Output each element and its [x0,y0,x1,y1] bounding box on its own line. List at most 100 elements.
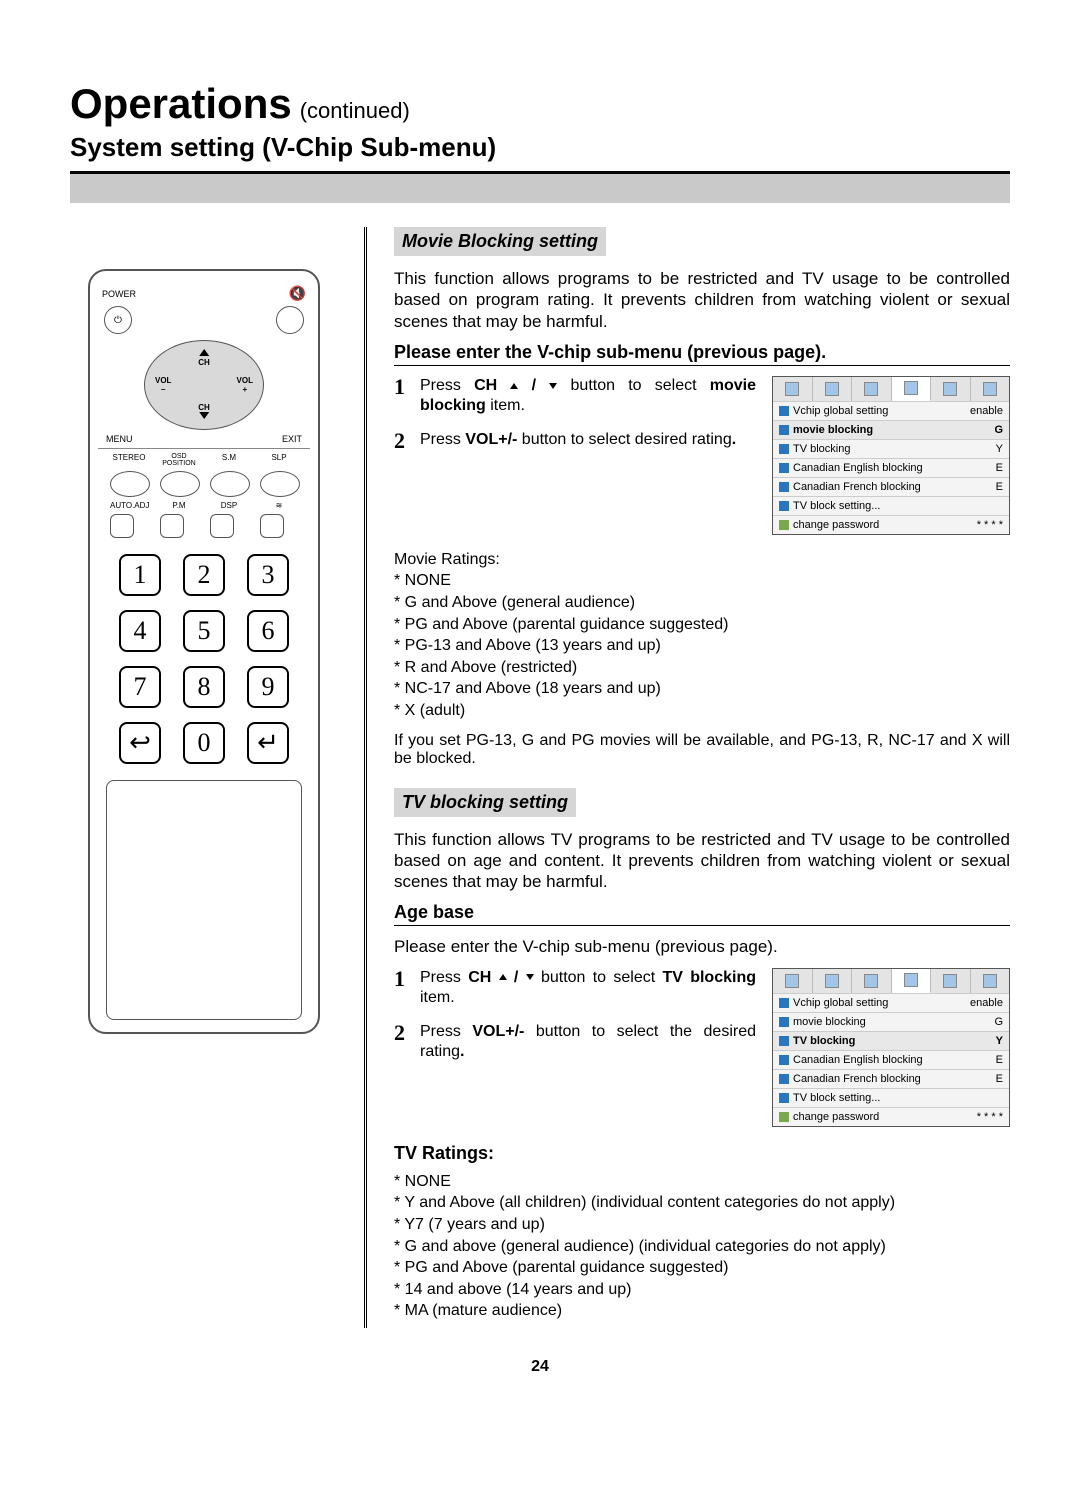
rating-item: * MA (mature audience) [394,1300,1010,1322]
osd-position-button[interactable] [160,471,200,497]
osd-row[interactable]: Canadian English blockingE [773,458,1009,477]
ch-up-label: CH [198,349,210,367]
rating-item: * G and above (general audience) (indivi… [394,1236,1010,1258]
autoadj-label: AUTO.ADJ [110,501,148,510]
rating-item: * G and Above (general audience) [394,592,1010,614]
row-value: G [994,424,1003,436]
dpad[interactable]: CH CH VOL– VOL+ [144,340,264,430]
movie-intro: This function allows programs to be rest… [394,268,1010,332]
rating-item: * PG and Above (parental guidance sugges… [394,1257,1010,1279]
step-body: Press CH / button to select TV blocking … [420,968,756,1008]
row-icon [779,482,789,492]
key-input[interactable]: ↩ [119,722,161,764]
button-row-2-labels: AUTO.ADJ P.M DSP ≋ [110,501,298,510]
rating-item: * NONE [394,570,1010,592]
osd-row[interactable]: Canadian English blockingE [773,1050,1009,1069]
osd-row[interactable]: movie blockingG [773,420,1009,439]
step-body: Press CH / button to select movie blocki… [420,376,756,416]
osd-tab[interactable] [971,377,1010,401]
sm-label: S.M [210,453,248,467]
sm-button[interactable] [210,471,250,497]
key-9[interactable]: 9 [247,666,289,708]
key-4[interactable]: 4 [119,610,161,652]
osd-row[interactable]: TV block setting... [773,496,1009,515]
ratings-title: TV Ratings: [394,1141,1010,1165]
osd-tab[interactable] [852,969,892,993]
osd-tab[interactable] [813,969,853,993]
osd-row[interactable]: movie blockingG [773,1012,1009,1031]
row-value: Y [996,1035,1003,1047]
osd-tab[interactable] [971,969,1010,993]
osd-row[interactable]: Vchip global settingenable [773,993,1009,1012]
row-icon [779,406,789,416]
osd-tab[interactable] [931,377,971,401]
dsp-button[interactable] [210,514,234,538]
osd-row[interactable]: Canadian French blockingE [773,1069,1009,1088]
osd-row[interactable]: TV blockingY [773,439,1009,458]
numeric-keypad: 1 2 3 4 5 6 7 8 9 ↩ 0 ↵ [102,554,306,764]
triangle-up-icon [499,974,507,980]
osd-tab[interactable] [931,969,971,993]
osd-tabs [773,377,1009,401]
power-button[interactable]: ⏻ [104,306,132,334]
row-value: Y [996,443,1003,455]
key-2[interactable]: 2 [183,554,225,596]
slp-button[interactable] [260,471,300,497]
row-label: TV block setting... [793,500,880,512]
pm-button[interactable] [160,514,184,538]
stereo-button[interactable] [110,471,150,497]
heading-bar [70,171,1010,203]
osd-row[interactable]: TV blocking Y [773,1031,1009,1050]
key-0[interactable]: 0 [183,722,225,764]
key-5[interactable]: 5 [183,610,225,652]
exit-label: EXIT [282,434,302,444]
osd-tab[interactable] [773,377,813,401]
osd-row[interactable]: change password* * * * [773,515,1009,534]
osd-row[interactable]: TV block setting... [773,1088,1009,1107]
osd-tab[interactable] [852,377,892,401]
osd-tab[interactable] [813,377,853,401]
remote-column: POWER 🔇 ⏻ CH CH VOL– VOL+ MENU [70,227,338,1034]
t: VOL+/- [465,431,517,448]
tab-icon [943,974,957,988]
tv-intro: This function allows TV programs to be r… [394,829,1010,893]
osd-menu-tv: Vchip global settingenablemovie blocking… [772,968,1010,1127]
key-1[interactable]: 1 [119,554,161,596]
sound-button[interactable] [260,514,284,538]
step-number: 1 [394,968,412,1008]
ch-text: CH [198,403,210,412]
key-7[interactable]: 7 [119,666,161,708]
key-enter[interactable]: ↵ [247,722,289,764]
key-8[interactable]: 8 [183,666,225,708]
sound-icon: ≋ [260,501,298,510]
page: Operations (continued) System setting (V… [0,0,1080,1416]
t: . [460,1043,464,1060]
tv-ratings: TV Ratings: * NONE * Y and Above (all ch… [394,1141,1010,1322]
t: button to select [571,377,710,394]
title-main: Operations [70,80,292,128]
step-number: 1 [394,376,412,416]
content-column: Movie Blocking setting This function all… [394,227,1010,1328]
key-3[interactable]: 3 [247,554,289,596]
slp-label: SLP [260,453,298,467]
tab-icon [983,382,997,396]
step-number: 2 [394,1022,412,1062]
row-value: enable [970,997,1003,1009]
osd-tab-selected[interactable] [892,969,932,993]
autoadj-button[interactable] [110,514,134,538]
osd-tab-selected[interactable] [892,377,932,401]
osd-row[interactable]: Vchip global settingenable [773,401,1009,420]
columns: POWER 🔇 ⏻ CH CH VOL– VOL+ MENU [70,227,1010,1328]
osd-row[interactable]: change password* * * * [773,1107,1009,1126]
key-6[interactable]: 6 [247,610,289,652]
mute-button[interactable] [276,306,304,334]
t: TV blocking [662,969,756,986]
menu-label: MENU [106,434,133,444]
row-label: TV blocking [793,1035,855,1047]
t: CH [468,969,491,986]
t: VOL+/- [472,1023,524,1040]
osd-row[interactable]: Canadian French blockingE [773,477,1009,496]
osd-tab[interactable] [773,969,813,993]
t: item. [420,989,455,1006]
movie-step-2: 2 Press VOL+/- button to select desired … [394,430,756,452]
